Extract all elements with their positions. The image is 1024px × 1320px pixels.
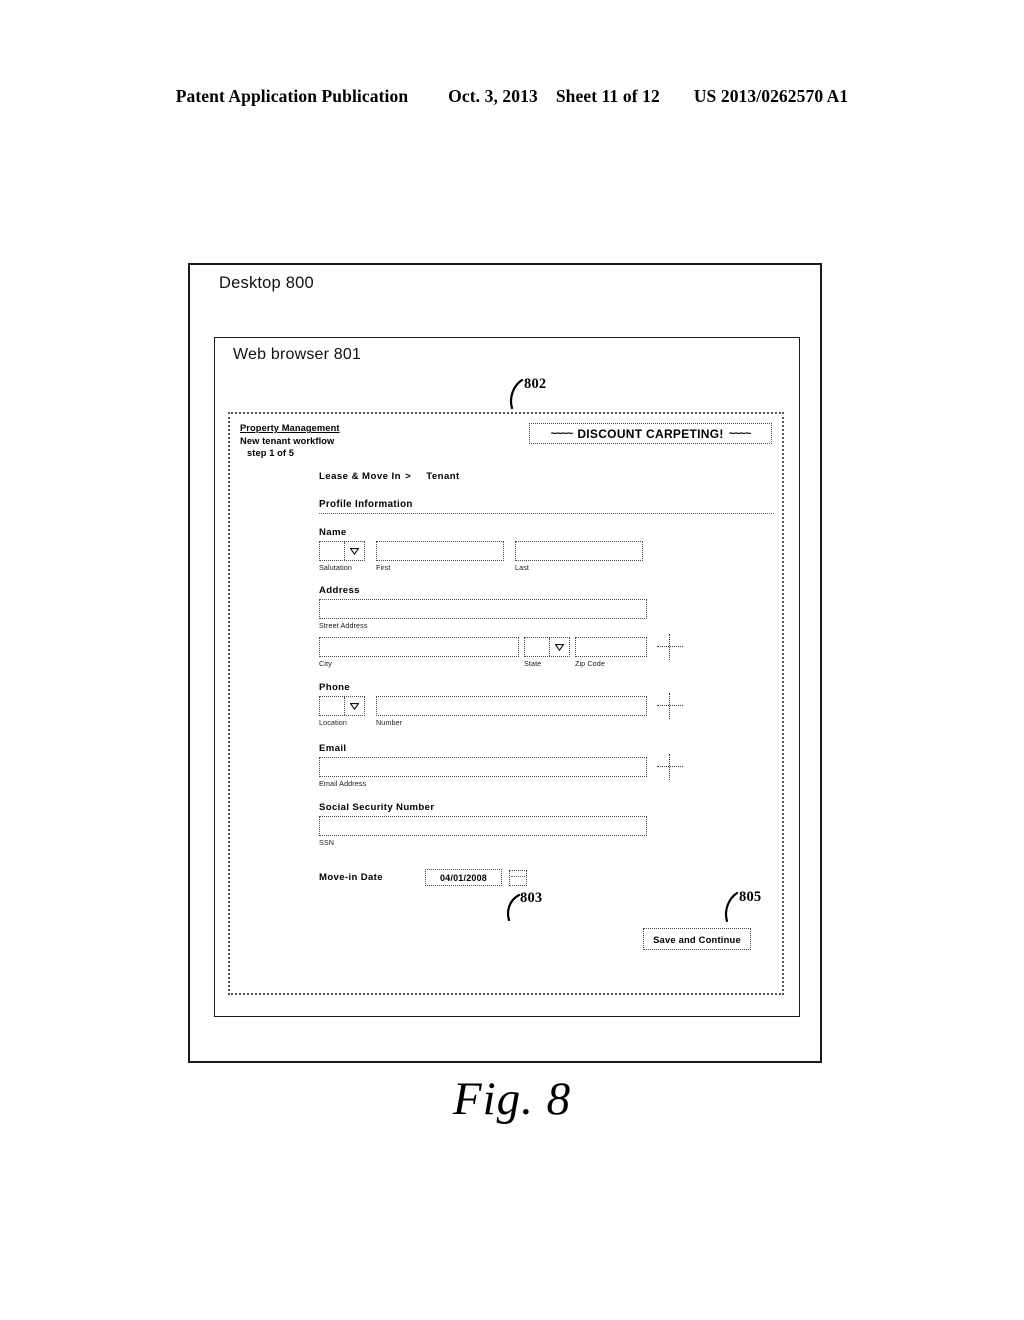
field-first-name: First	[376, 541, 504, 572]
add-email-plus-icon[interactable]	[657, 754, 683, 780]
group-label-address: Address	[319, 585, 360, 596]
state-value	[525, 638, 549, 656]
email-address-label: Email Address	[319, 779, 367, 788]
movein-date-row: Move-in Date 04/01/2008	[319, 869, 774, 886]
group-label-ssn: Social Security Number	[319, 802, 435, 813]
patent-number: US 2013/0262570 A1	[693, 86, 849, 106]
field-group-city-state-zip: City State Zip Code	[319, 634, 774, 668]
ad-banner-text: DISCOUNT CARPETING!	[577, 426, 724, 441]
breadcrumb: Lease & Move In > Tenant	[319, 471, 774, 482]
site-brand[interactable]: Property Management	[240, 422, 340, 435]
breadcrumb-separator: >	[405, 471, 412, 482]
field-zip-code: Zip Code	[575, 637, 647, 668]
chevron-down-icon	[344, 542, 364, 560]
calendar-icon[interactable]	[509, 869, 527, 886]
field-city: City	[319, 637, 519, 668]
chevron-down-icon	[344, 697, 364, 715]
field-group-address: Address Street Address	[319, 585, 774, 630]
field-email-address: Email Address	[319, 757, 647, 788]
zip-code-label: Zip Code	[575, 659, 605, 668]
group-label-phone: Phone	[319, 682, 351, 693]
first-name-label: First	[376, 563, 391, 572]
field-group-email: Email Email Address	[319, 743, 774, 788]
field-ssn: SSN	[319, 816, 647, 847]
state-label: State	[524, 659, 542, 668]
field-phone-number: Number	[376, 696, 647, 727]
field-group-name: Name Salutation First Last	[319, 527, 774, 572]
phone-location-select[interactable]	[319, 696, 365, 716]
section-title: Profile Information	[319, 499, 413, 510]
add-phone-plus-icon[interactable]	[657, 693, 683, 719]
section-divider	[319, 513, 774, 514]
callout-802-number: 802	[524, 376, 547, 392]
group-label-email: Email	[319, 743, 347, 754]
workflow-step: step 1 of 5	[247, 448, 295, 459]
field-group-ssn: Social Security Number SSN	[319, 802, 774, 847]
site-header: Property Management New tenant workflow …	[240, 422, 340, 460]
last-name-input[interactable]	[515, 541, 643, 561]
chevron-down-icon	[549, 638, 569, 656]
movein-date-input[interactable]: 04/01/2008	[425, 869, 502, 886]
ssn-input[interactable]	[319, 816, 647, 836]
salutation-label: Salutation	[319, 563, 352, 572]
ad-banner-right-decoration: ~~~~	[728, 427, 752, 440]
salutation-select[interactable]	[319, 541, 365, 561]
profile-form: Lease & Move In > Tenant Profile Informa…	[319, 471, 774, 922]
phone-location-label: Location	[319, 718, 347, 727]
field-phone-location: Location	[319, 696, 365, 727]
publication-header: Patent Application Publication Oct. 3, 2…	[0, 86, 1024, 107]
phone-location-value	[320, 697, 344, 715]
field-salutation: Salutation	[319, 541, 365, 572]
movein-date-label: Move-in Date	[319, 872, 383, 883]
callout-803-number: 803	[520, 890, 543, 906]
callout-805: 805	[713, 889, 787, 931]
field-group-phone: Phone Location Number	[319, 682, 774, 727]
group-label-name: Name	[319, 527, 347, 538]
web-browser-frame: Web browser 801 802 Property Management …	[214, 337, 800, 1017]
add-address-plus-icon[interactable]	[657, 634, 683, 660]
street-address-label: Street Address	[319, 621, 368, 630]
first-name-input[interactable]	[376, 541, 504, 561]
state-select[interactable]	[524, 637, 570, 657]
callout-805-number: 805	[739, 889, 762, 905]
phone-number-input[interactable]	[376, 696, 647, 716]
last-name-label: Last	[515, 563, 529, 572]
street-address-input[interactable]	[319, 599, 647, 619]
workflow-name: New tenant workflow	[240, 435, 335, 446]
field-street-address: Street Address	[319, 599, 647, 630]
breadcrumb-leaf: Tenant	[426, 471, 460, 482]
ssn-label: SSN	[319, 838, 335, 847]
ad-banner-left-decoration: ~~~~	[550, 427, 574, 440]
web-page-content: Property Management New tenant workflow …	[228, 412, 784, 995]
field-last-name: Last	[515, 541, 643, 572]
breadcrumb-root[interactable]: Lease & Move In	[319, 471, 401, 482]
publication-date: Oct. 3, 2013	[448, 86, 538, 106]
city-label: City	[319, 659, 332, 668]
figure-caption: Fig. 8	[452, 1073, 572, 1125]
salutation-value	[320, 542, 344, 560]
ad-banner[interactable]: ~~~~ DISCOUNT CARPETING! ~~~~	[529, 423, 772, 444]
city-input[interactable]	[319, 637, 519, 657]
phone-number-label: Number	[376, 718, 403, 727]
desktop-label: Desktop 800	[219, 274, 314, 292]
save-and-continue-button[interactable]: Save and Continue	[643, 928, 751, 950]
email-address-input[interactable]	[319, 757, 647, 777]
field-state: State	[524, 637, 570, 668]
desktop-frame: Desktop 800 Web browser 801 802 Property…	[188, 263, 822, 1063]
zip-code-input[interactable]	[575, 637, 647, 657]
web-browser-label: Web browser 801	[233, 346, 362, 363]
publication-title: Patent Application Publication	[175, 86, 409, 106]
sheet-number: Sheet 11 of 12	[555, 86, 660, 106]
